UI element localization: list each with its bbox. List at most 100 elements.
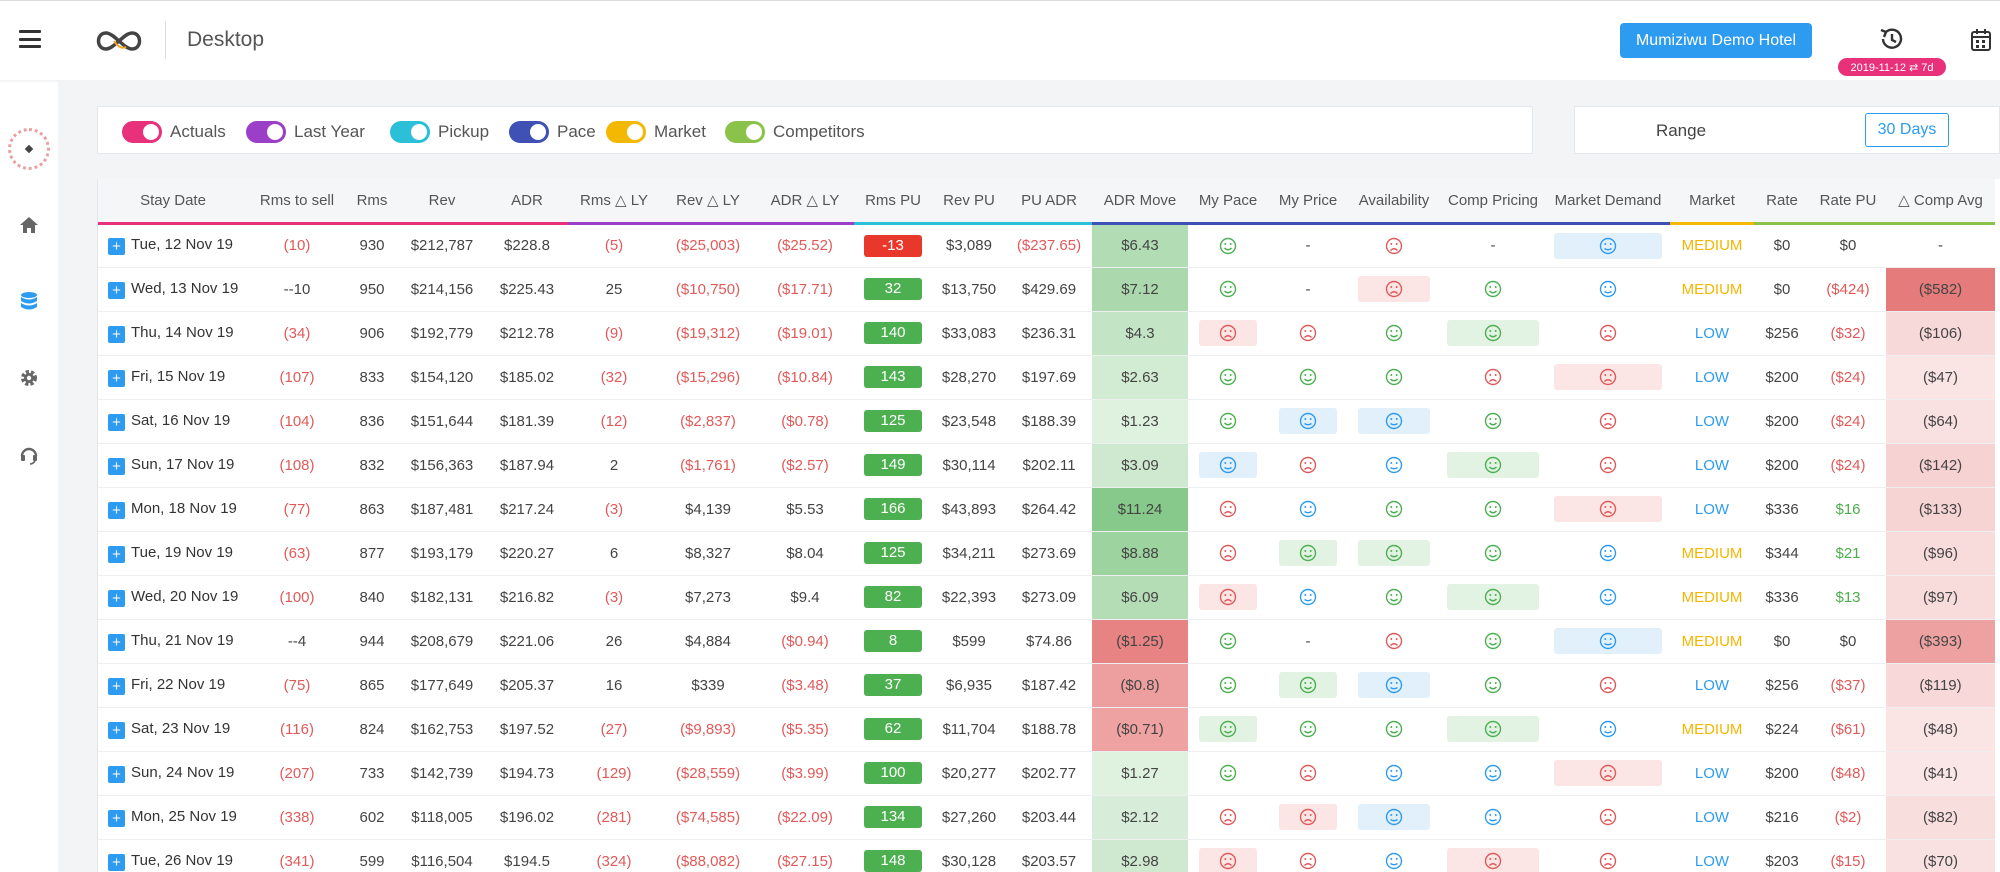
column-header[interactable]: ADR Move: [1092, 179, 1188, 225]
menu-icon[interactable]: [19, 30, 41, 48]
column-header[interactable]: ADR: [486, 179, 568, 225]
comp-pricing-cell: [1440, 399, 1546, 444]
table-row[interactable]: + Tue, 12 Nov 19 (10) 930 $212,787 $228.8 (5)(…: [98, 223, 1995, 268]
table-row[interactable]: + Thu, 21 Nov 19 --4 944 $208,679 $221.06 26 $4…: [98, 619, 1995, 664]
calendar-icon[interactable]: [1970, 28, 1992, 52]
expand-row-button[interactable]: +: [108, 369, 125, 387]
column-header[interactable]: Rms to sell: [248, 179, 346, 225]
stay-date-cell: + Fri, 22 Nov 19: [98, 663, 248, 708]
column-header[interactable]: Comp Pricing: [1440, 179, 1546, 225]
market-level-cell: MEDIUM: [1670, 223, 1754, 268]
expand-row-button[interactable]: +: [108, 238, 125, 255]
gear-icon[interactable]: [18, 367, 40, 389]
sad-face-icon: [1299, 456, 1317, 474]
table-row[interactable]: + Mon, 25 Nov 19 (338) 602 $118,005 $196.02 (2…: [98, 795, 1995, 840]
rooms-pickup-cell: 166: [854, 487, 932, 532]
adr-cell: $212.78: [486, 311, 568, 356]
column-header[interactable]: Market: [1670, 179, 1754, 225]
table-row[interactable]: + Wed, 20 Nov 19 (100) 840 $182,131 $216.82 (3…: [98, 575, 1995, 620]
column-header[interactable]: Rms PU: [854, 179, 932, 225]
headset-icon[interactable]: [18, 443, 40, 465]
filter-toggle-pace[interactable]: Pace: [509, 121, 596, 143]
stay-date-cell: + Wed, 20 Nov 19: [98, 575, 248, 620]
rooms-cell: 877: [346, 531, 398, 576]
column-header[interactable]: PU ADR: [1006, 179, 1092, 225]
table-row[interactable]: + Fri, 22 Nov 19 (75) 865 $177,649 $205.37 16 $…: [98, 663, 1995, 708]
database-icon[interactable]: [18, 290, 40, 312]
column-header[interactable]: Rate PU: [1810, 179, 1886, 225]
expand-row-button[interactable]: +: [108, 765, 125, 783]
expand-row-button[interactable]: +: [108, 677, 125, 695]
rooms-delta-ly-cell: (12): [568, 399, 660, 444]
rate-cell: $200: [1754, 399, 1810, 444]
column-header[interactable]: Rev: [398, 179, 486, 225]
expand-row-button[interactable]: +: [108, 633, 125, 651]
toggle-switch[interactable]: [509, 121, 549, 143]
table-row[interactable]: + Fri, 15 Nov 19 (107) 833 $154,120 $185.02 (3…: [98, 355, 1995, 400]
toggle-switch[interactable]: [606, 121, 646, 143]
toggle-switch[interactable]: [390, 121, 430, 143]
table-row[interactable]: + Mon, 18 Nov 19 (77) 863 $187,481 $217.24 (3)…: [98, 487, 1995, 532]
column-header[interactable]: Rms: [346, 179, 398, 225]
table-row[interactable]: + Tue, 26 Nov 19 (341) 599 $116,504 $194.5 (32…: [98, 839, 1995, 872]
column-header[interactable]: △ Comp Avg: [1886, 179, 1995, 225]
revenue-cell: $142,739: [398, 751, 486, 796]
column-header[interactable]: Rev △ LY: [660, 179, 756, 225]
filter-toggle-pickup[interactable]: Pickup: [390, 121, 489, 143]
expand-row-button[interactable]: +: [108, 325, 125, 343]
happy-face-icon: [1219, 632, 1237, 650]
date-range-badge[interactable]: 2019-11-12 ⇄ 7d: [1838, 58, 1946, 76]
column-header[interactable]: Availability: [1348, 179, 1440, 225]
indicator-box: [1554, 540, 1662, 566]
sad-face-icon: [1299, 324, 1317, 342]
expand-row-button[interactable]: +: [108, 501, 125, 519]
column-header[interactable]: Rate: [1754, 179, 1810, 225]
toggle-switch[interactable]: [725, 121, 765, 143]
expand-row-button[interactable]: +: [108, 589, 125, 607]
history-icon[interactable]: [1877, 25, 1905, 53]
column-header[interactable]: Rms △ LY: [568, 179, 660, 225]
table-row[interactable]: + Sat, 16 Nov 19 (104) 836 $151,644 $181.39 (1…: [98, 399, 1995, 444]
column-header[interactable]: Stay Date: [98, 179, 248, 225]
adr-delta-ly-cell: $5.53: [756, 487, 854, 532]
stay-date-cell: + Sat, 16 Nov 19: [98, 399, 248, 444]
expand-row-button[interactable]: +: [108, 853, 125, 871]
column-header[interactable]: Rev PU: [932, 179, 1006, 225]
table-row[interactable]: + Wed, 13 Nov 19 --10 950 $214,156 $225.43 25(…: [98, 267, 1995, 312]
filter-toggle-market[interactable]: Market: [606, 121, 706, 143]
rooms-pickup-pill: 125: [864, 410, 922, 432]
rate-cell: $256: [1754, 663, 1810, 708]
neutral-face-icon: [1385, 808, 1403, 826]
toggle-switch[interactable]: [246, 121, 286, 143]
column-header[interactable]: My Price: [1268, 179, 1348, 225]
expand-row-button[interactable]: +: [108, 413, 125, 431]
happy-face-icon: [1385, 324, 1403, 342]
table-row[interactable]: + Sun, 17 Nov 19 (108) 832 $156,363 $187.94 2(…: [98, 443, 1995, 488]
filter-toggle-last-year[interactable]: Last Year: [246, 121, 365, 143]
expand-row-button[interactable]: +: [108, 457, 125, 475]
table-row[interactable]: + Sun, 24 Nov 19 (207) 733 $142,739 $194.73 (1…: [98, 751, 1995, 796]
revenue-delta-ly-cell: $339: [660, 663, 756, 708]
sad-face-icon: [1299, 764, 1317, 782]
home-icon[interactable]: [18, 214, 40, 236]
range-30-days-button[interactable]: 30 Days: [1865, 113, 1949, 147]
column-header[interactable]: My Pace: [1188, 179, 1268, 225]
column-header[interactable]: ADR △ LY: [756, 179, 854, 225]
hotel-selector-button[interactable]: Mumiziwu Demo Hotel: [1620, 23, 1812, 58]
expand-row-button[interactable]: +: [108, 545, 125, 563]
adr-move-cell: ($0.8): [1092, 663, 1188, 708]
filter-toggle-actuals[interactable]: Actuals: [122, 121, 226, 143]
expand-row-button[interactable]: +: [108, 721, 125, 739]
toggle-switch[interactable]: [122, 121, 162, 143]
expand-row-button[interactable]: +: [108, 809, 125, 827]
table-row[interactable]: + Thu, 14 Nov 19 (34) 906 $192,779 $212.78 (9)…: [98, 311, 1995, 356]
revenue-delta-ly-cell: $8,327: [660, 531, 756, 576]
table-row[interactable]: + Sat, 23 Nov 19 (116) 824 $162,753 $197.52 (2…: [98, 707, 1995, 752]
filter-toggle-competitors[interactable]: Competitors: [725, 121, 865, 143]
avatar[interactable]: [8, 128, 50, 170]
stay-date-label: Mon, 18 Nov 19: [131, 499, 237, 517]
column-header[interactable]: Market Demand: [1546, 179, 1670, 225]
table-row[interactable]: + Tue, 19 Nov 19 (63) 877 $193,179 $220.27 6 $8…: [98, 531, 1995, 576]
expand-row-button[interactable]: +: [108, 281, 125, 299]
sad-face-icon: [1599, 764, 1617, 782]
